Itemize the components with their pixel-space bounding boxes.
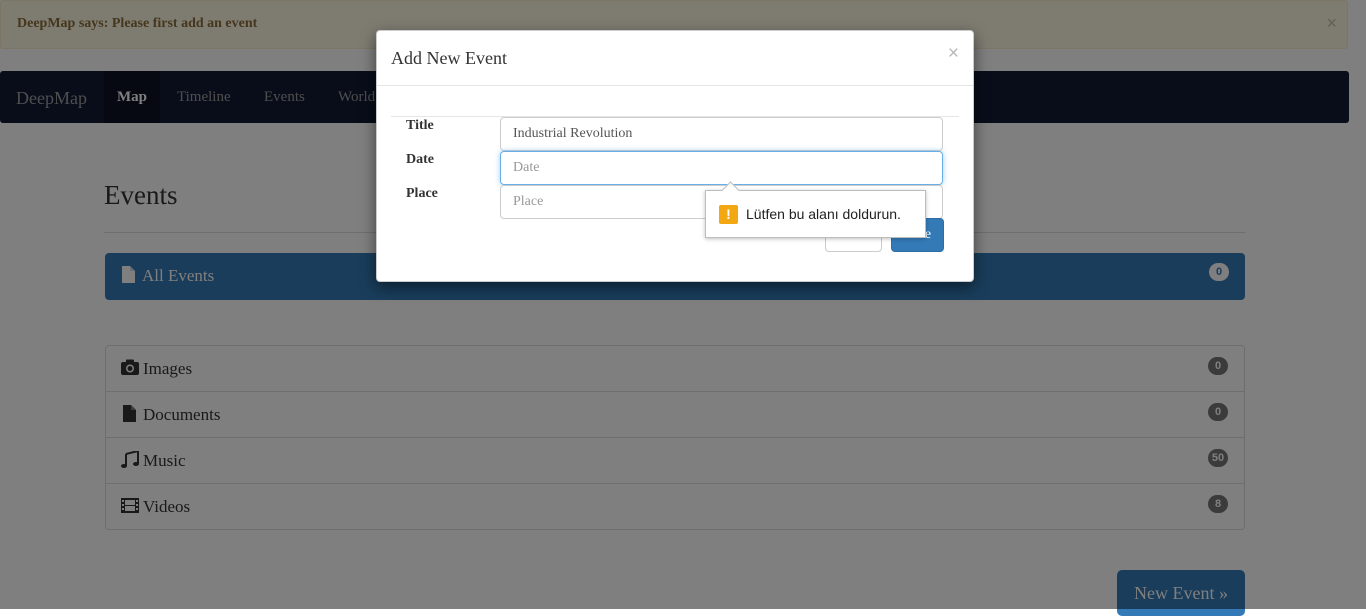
- modal-title: Add New Event: [391, 48, 507, 68]
- modal-header-divider: [377, 85, 973, 86]
- warning-icon: !: [719, 205, 738, 224]
- title-label: Title: [406, 118, 434, 133]
- title-input[interactable]: [500, 117, 943, 151]
- place-label: Place: [406, 186, 438, 201]
- close-icon[interactable]: ×: [948, 43, 959, 65]
- validation-tooltip: ! Lütfen bu alanı doldurun.: [705, 181, 926, 238]
- add-event-modal: Add New Event × Title Date Place Close S…: [376, 30, 974, 282]
- date-label: Date: [406, 152, 434, 167]
- validation-message: Lütfen bu alanı doldurun.: [746, 206, 901, 222]
- date-input[interactable]: [500, 151, 943, 185]
